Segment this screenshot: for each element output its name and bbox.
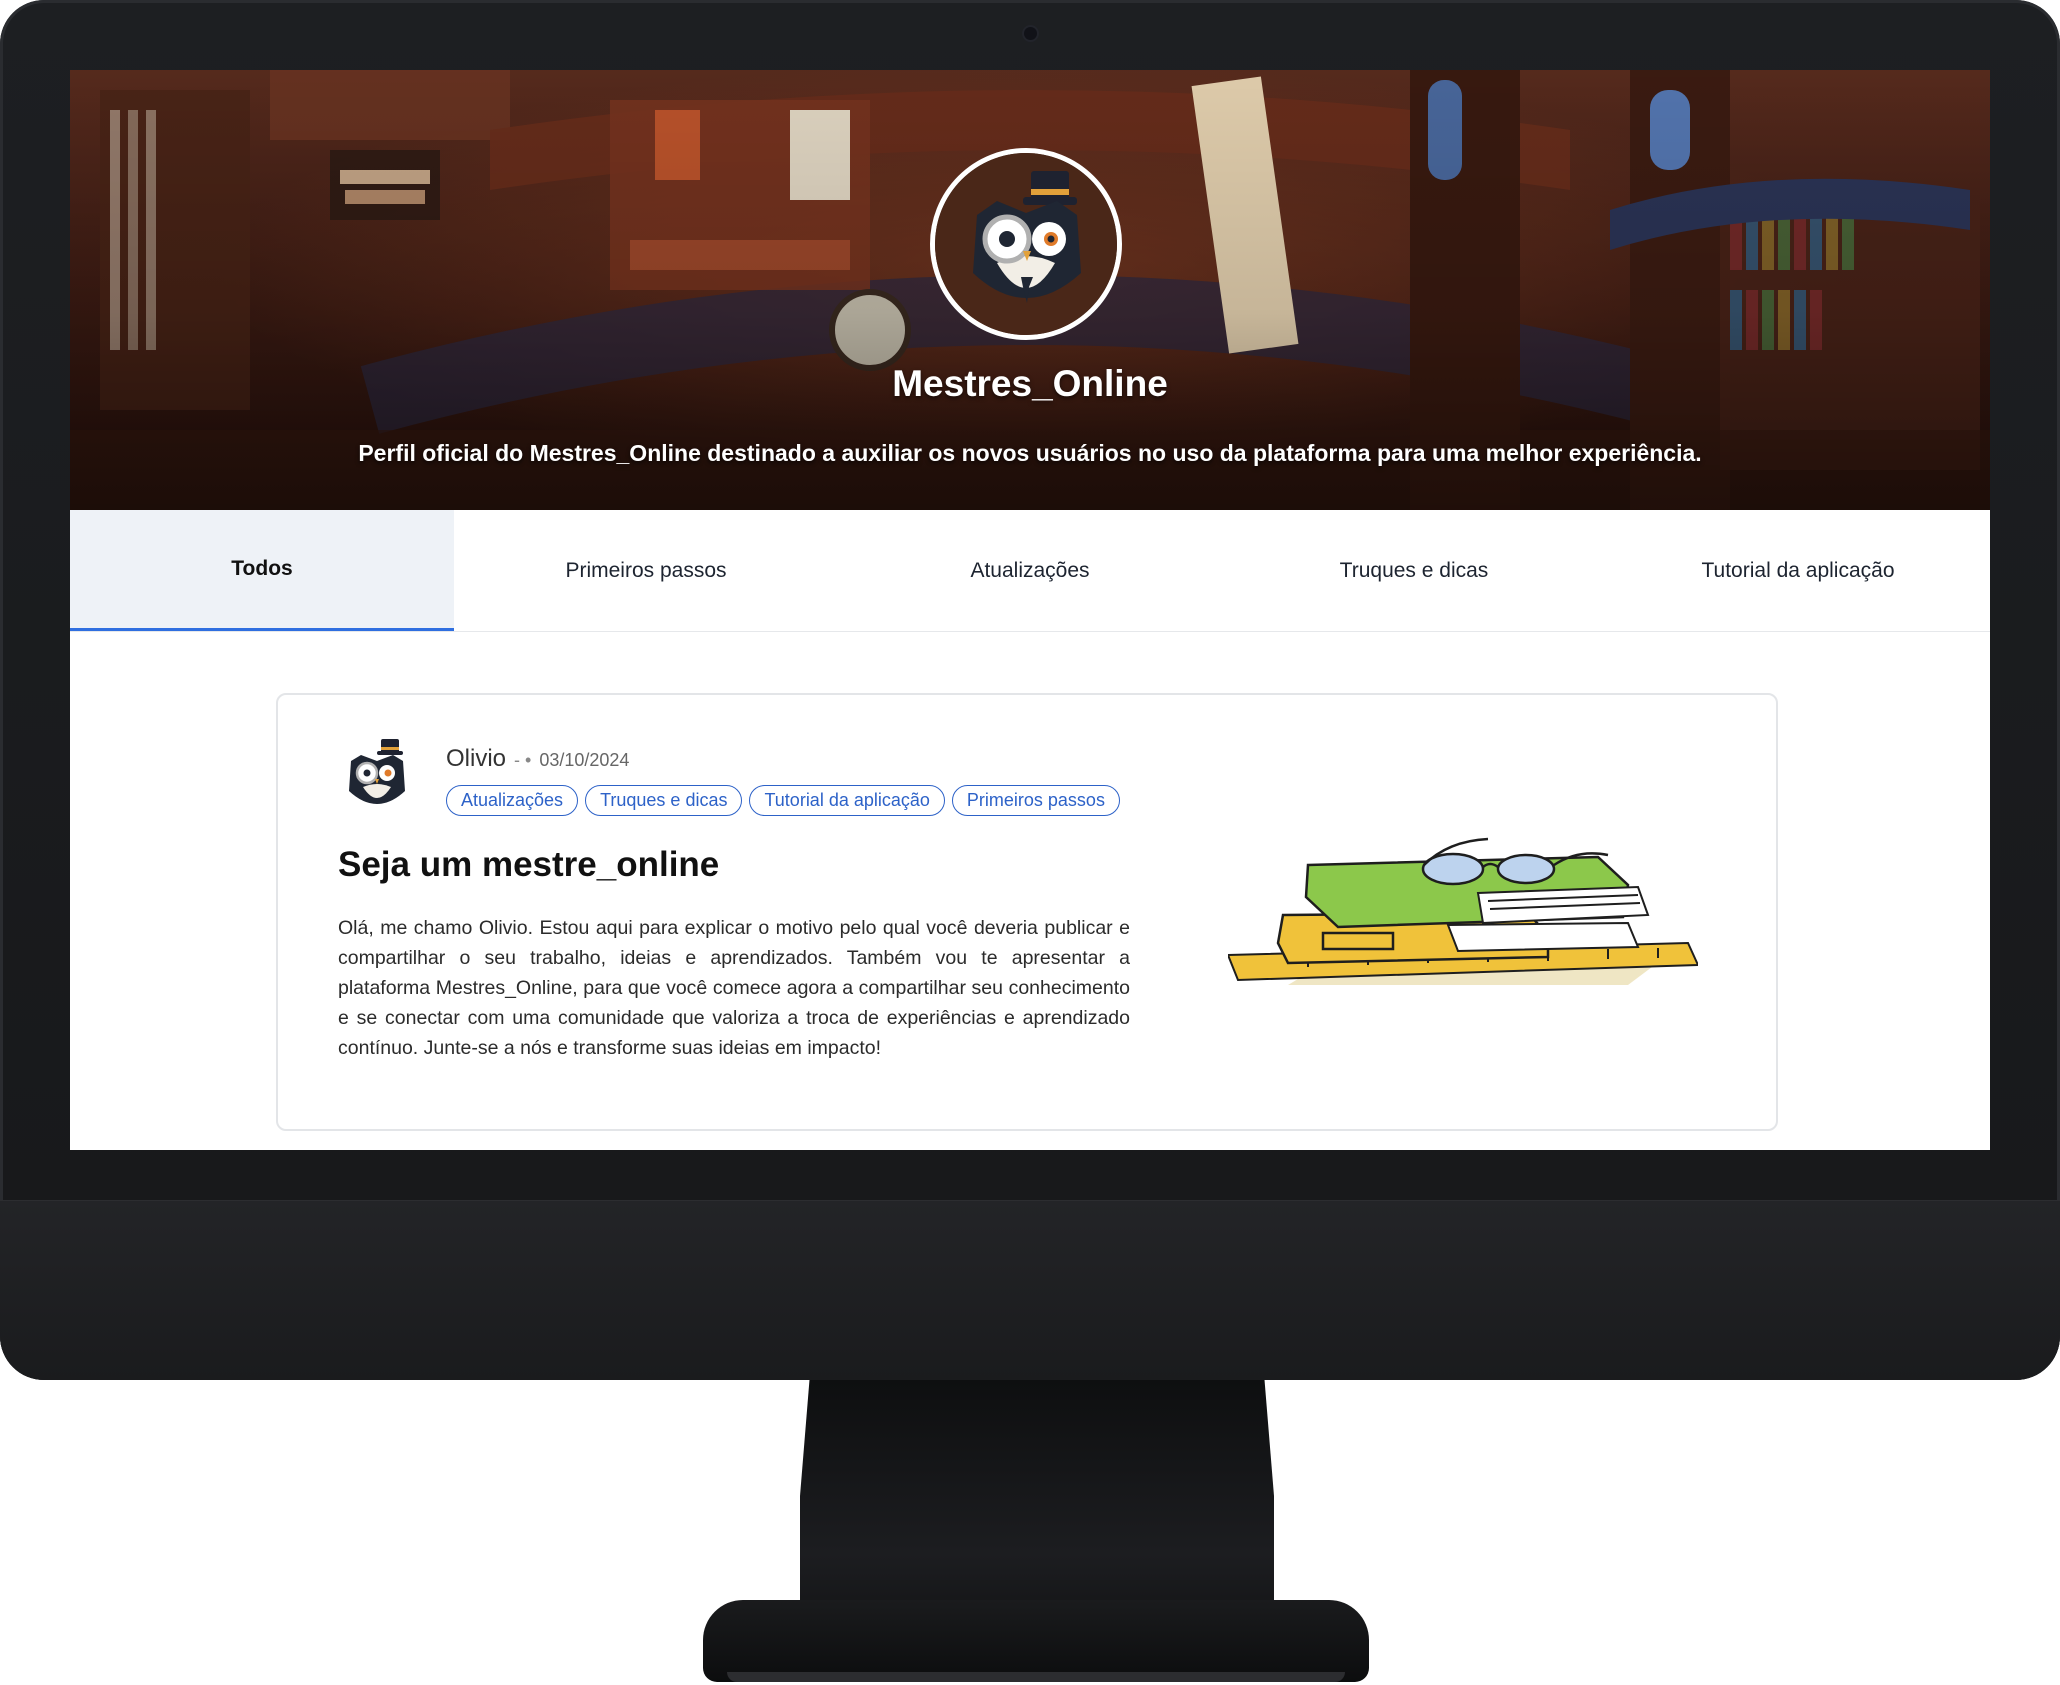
monitor-chin	[0, 1200, 2060, 1380]
owl-mascot-icon	[349, 739, 405, 804]
category-tabs: Todos Primeiros passos Atualizações Truq…	[70, 510, 1990, 632]
tag-chip[interactable]: Primeiros passos	[951, 785, 1120, 816]
tag-chip[interactable]: Tutorial da aplicação	[749, 785, 945, 816]
tab-todos[interactable]: Todos	[70, 510, 454, 631]
camera-icon	[1024, 27, 1037, 40]
tab-tutorial-da-aplicacao[interactable]: Tutorial da aplicação	[1606, 510, 1990, 631]
owl-mascot-icon	[935, 153, 1117, 335]
author-avatar[interactable]	[337, 735, 417, 815]
profile-name: Mestres_Online	[892, 363, 1168, 404]
post-meta: Olivio - • 03/10/2024	[446, 745, 629, 773]
monitor-stand-base	[703, 1600, 1369, 1682]
post-title[interactable]: Seja um mestre_online	[338, 845, 719, 885]
monitor-frame: Mestres_Online Perfil oficial do Mestres…	[0, 0, 2060, 1380]
author-name[interactable]: Olivio	[446, 745, 506, 773]
post-tags: Atualizações Truques e dicas Tutorial da…	[446, 785, 1120, 816]
tag-chip[interactable]: Atualizações	[446, 785, 579, 816]
post-date: 03/10/2024	[539, 750, 630, 770]
books-with-glasses-illustration	[1226, 835, 1700, 1005]
profile-description: Perfil oficial do Mestres_Online destina…	[358, 440, 1702, 466]
tab-atualizacoes[interactable]: Atualizações	[838, 510, 1222, 631]
tab-truques-e-dicas[interactable]: Truques e dicas	[1222, 510, 1606, 631]
post-card[interactable]: Olivio - • 03/10/2024 Atualizações Truqu…	[276, 693, 1778, 1131]
posts-feed: Olivio - • 03/10/2024 Atualizações Truqu…	[70, 632, 1990, 1150]
post-excerpt: Olá, me chamo Olivio. Estou aqui para ex…	[338, 917, 1130, 1059]
profile-banner: Mestres_Online Perfil oficial do Mestres…	[70, 70, 1990, 510]
screen: Mestres_Online Perfil oficial do Mestres…	[70, 70, 1990, 1150]
tag-chip[interactable]: Truques e dicas	[585, 785, 743, 816]
meta-separator: - •	[514, 750, 532, 770]
profile-avatar[interactable]	[930, 148, 1122, 340]
tab-primeiros-passos[interactable]: Primeiros passos	[454, 510, 838, 631]
